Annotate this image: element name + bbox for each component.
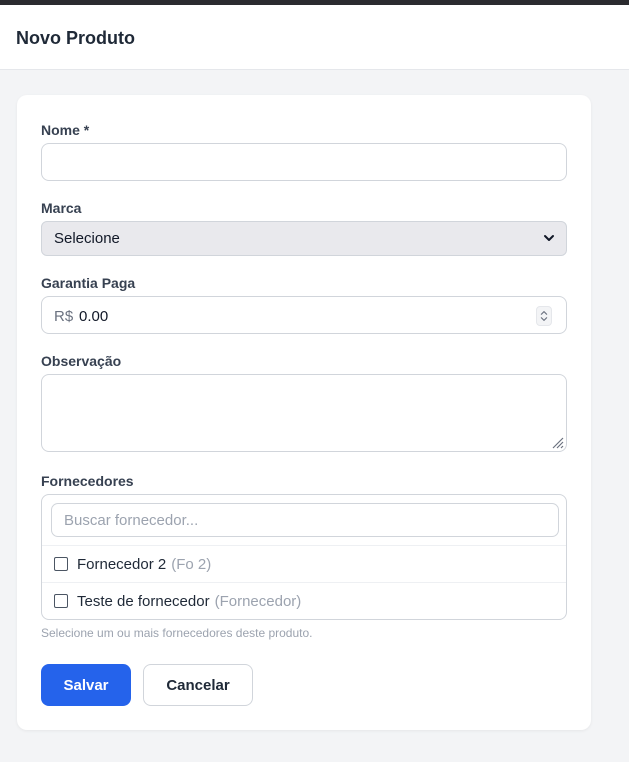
- name-label: Nome *: [41, 122, 90, 138]
- supplier-checkbox[interactable]: [54, 557, 68, 571]
- brand-label: Marca: [41, 200, 82, 216]
- supplier-checkbox[interactable]: [54, 594, 68, 608]
- page-header: Novo Produto: [0, 5, 629, 70]
- supplier-code: (Fo 2): [171, 555, 212, 573]
- suppliers-list: Buscar fornecedor... Fornecedor 2 (Fo 2)…: [41, 494, 567, 620]
- resize-grip-icon[interactable]: [550, 435, 564, 449]
- warranty-label: Garantia Paga: [41, 275, 136, 291]
- brand-select[interactable]: Selecione: [41, 221, 567, 256]
- chevron-down-icon: [544, 235, 554, 241]
- save-button[interactable]: Salvar: [41, 664, 131, 706]
- suppliers-help-text: Selecione um ou mais fornecedores deste …: [41, 626, 313, 640]
- notes-label: Observação: [41, 353, 122, 369]
- cancel-button[interactable]: Cancelar: [143, 664, 253, 706]
- warranty-input[interactable]: R$ 0.00: [41, 296, 567, 334]
- supplier-item[interactable]: Fornecedor 2 (Fo 2): [42, 546, 566, 582]
- number-spinner-icon[interactable]: [536, 306, 552, 326]
- currency-prefix: R$: [54, 308, 74, 325]
- supplier-name: Fornecedor 2: [77, 555, 167, 573]
- name-input[interactable]: [41, 143, 567, 181]
- product-form: Nome * Marca Selecione Garantia Paga R$ …: [17, 95, 591, 730]
- supplier-search-placeholder: Buscar fornecedor...: [64, 511, 199, 529]
- brand-select-value: Selecione: [54, 230, 120, 247]
- notes-textarea[interactable]: [41, 374, 567, 452]
- supplier-code: (Fornecedor): [214, 592, 302, 610]
- warranty-value: 0.00: [79, 308, 109, 325]
- page-title: Novo Produto: [16, 28, 135, 48]
- supplier-name: Teste de fornecedor: [77, 592, 210, 610]
- supplier-search-input[interactable]: Buscar fornecedor...: [51, 503, 559, 537]
- supplier-item[interactable]: Teste de fornecedor (Fornecedor): [42, 583, 566, 619]
- suppliers-label: Fornecedores: [41, 473, 134, 489]
